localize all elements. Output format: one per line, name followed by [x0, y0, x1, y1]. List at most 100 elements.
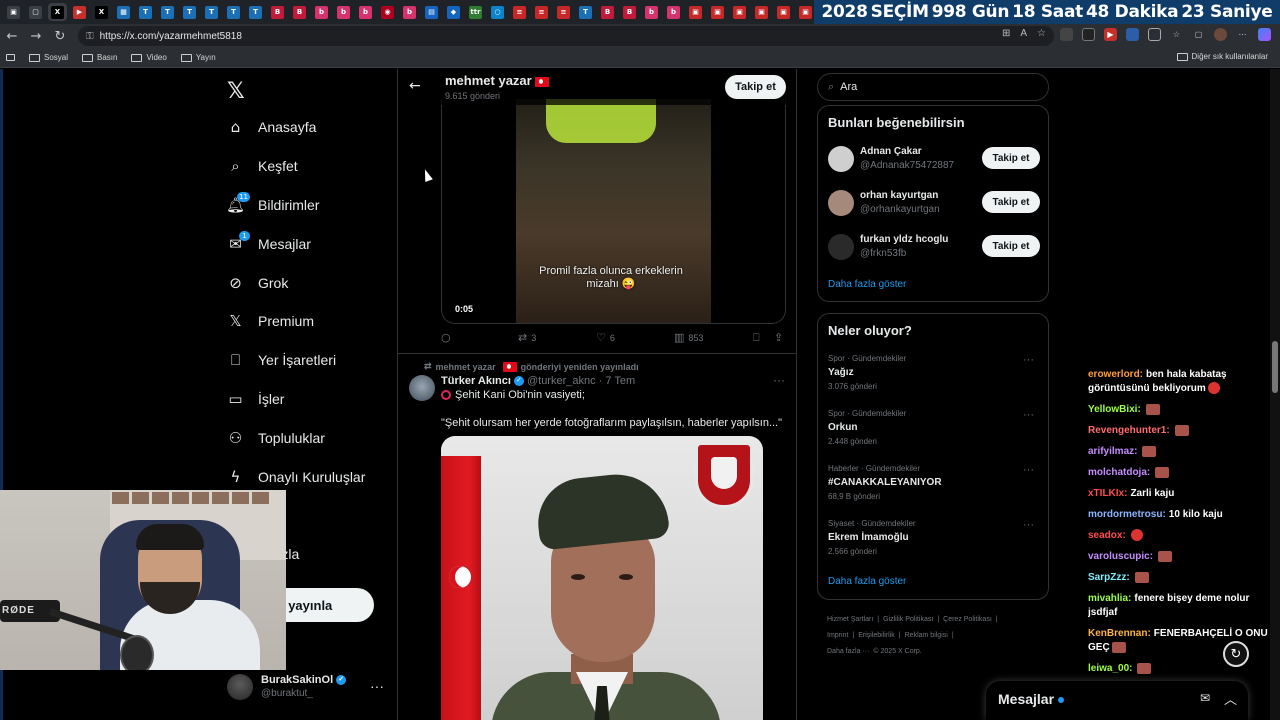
more-icon[interactable]: ··· — [370, 678, 384, 694]
browser-tab[interactable]: ≡ — [554, 3, 573, 21]
trend-more-icon[interactable]: ··· — [1023, 519, 1034, 531]
trend-more-icon[interactable]: ··· — [1023, 354, 1034, 366]
show-more-link[interactable]: Daha fazla göster — [828, 279, 906, 290]
back-arrow-icon[interactable]: ← — [409, 78, 421, 94]
youtube-extension-icon[interactable]: ▶ — [1104, 28, 1117, 41]
bookmark-folder[interactable]: Yayın — [180, 53, 216, 62]
extension-icon[interactable] — [1148, 28, 1161, 41]
tweet-more-icon[interactable]: ··· — [773, 373, 785, 387]
browser-tab[interactable]: T — [246, 3, 265, 21]
browser-tab[interactable]: ◉ — [378, 3, 397, 21]
profile-avatar-icon[interactable] — [1214, 28, 1227, 41]
search-input[interactable] — [840, 81, 1021, 93]
reply-button[interactable]: ○ — [441, 331, 451, 344]
browser-tab[interactable]: ≡ — [510, 3, 529, 21]
browser-tab[interactable]: ▣ — [4, 3, 23, 21]
footer-link[interactable]: Reklam bilgisi — [905, 632, 948, 639]
nav-item-bell[interactable]: 🔔︎ 11 Bildirimler — [226, 191, 319, 218]
trend-item[interactable]: Siyaset · Gündemdekiler Ekrem İmamoğlu 2.5… — [828, 519, 1040, 563]
bookmarks-button[interactable] — [6, 54, 15, 61]
back-button[interactable]: ← — [0, 29, 24, 44]
other-bookmarks[interactable]: Diğer sık kullanılanlar — [1176, 52, 1268, 61]
browser-tab[interactable]: T — [224, 3, 243, 21]
favorites-icon[interactable]: ☆ — [1170, 28, 1183, 41]
browser-tab[interactable]: B — [620, 3, 639, 21]
nav-item-bookmark[interactable]: ⎕ Yer İşaretleri — [227, 347, 336, 373]
browser-tab[interactable]: ttr — [466, 3, 485, 21]
browser-tab[interactable]: b — [334, 3, 353, 21]
browser-tab[interactable]: ▦ — [114, 3, 133, 21]
copilot-icon[interactable] — [1258, 28, 1271, 41]
browser-tab[interactable]: ▣ — [730, 3, 749, 21]
browser-tab[interactable]: ▣ — [686, 3, 705, 21]
x-logo-icon[interactable]: 𝕏 — [227, 79, 245, 104]
tweet-image[interactable] — [441, 436, 763, 720]
browser-tab[interactable]: ▢ — [26, 3, 45, 21]
browser-tab[interactable]: ▣ — [752, 3, 771, 21]
follow-button[interactable]: Takip et — [982, 147, 1040, 169]
browser-tab[interactable]: B — [268, 3, 287, 21]
browser-tab[interactable]: ▣ — [796, 3, 812, 21]
follow-button[interactable]: Takip et — [725, 75, 786, 99]
browser-tab[interactable]: ◆ — [444, 3, 463, 21]
avatar[interactable] — [409, 375, 435, 401]
footer-link[interactable]: Daha fazla ··· — [827, 648, 869, 655]
tweet-time[interactable]: · 7 Tem — [599, 375, 635, 387]
browser-tab[interactable]: b — [312, 3, 331, 21]
browser-tab[interactable]: T — [576, 3, 595, 21]
like-button[interactable]: ♡ 6 — [596, 331, 615, 344]
trend-item[interactable]: Spor · Gündemdekiler Yağız 3.076 gönderi ··… — [828, 354, 1040, 398]
nav-item-lightning[interactable]: ϟ Onaylı Kuruluşlar — [227, 464, 366, 490]
browser-tab[interactable]: ▣ — [708, 3, 727, 21]
bookmark-button[interactable]: ⎕ — [753, 331, 760, 345]
page-scrollbar[interactable] — [1270, 69, 1280, 720]
browser-tab[interactable]: ▣ — [774, 3, 793, 21]
tweet-video[interactable]: Promil fazla olunca erkeklerin mizahı 😜 … — [441, 99, 786, 324]
forward-button[interactable]: → — [24, 29, 48, 44]
nav-item-grok[interactable]: ⊘ Grok — [227, 270, 288, 296]
reload-button[interactable]: ↻ — [48, 29, 72, 44]
show-more-link[interactable]: Daha fazla göster — [828, 576, 906, 587]
nav-item-communities[interactable]: ⚇ Topluluklar — [227, 425, 325, 451]
browser-tab[interactable]: b — [664, 3, 683, 21]
footer-link[interactable]: Hizmet Şartları — [827, 616, 873, 623]
star-icon[interactable]: ☆ — [1037, 28, 1046, 39]
trend-more-icon[interactable]: ··· — [1023, 409, 1034, 421]
repost-user[interactable]: mehmet yazar — [436, 362, 496, 372]
collections-icon[interactable]: ▢ — [1192, 28, 1205, 41]
browser-tab[interactable]: X — [92, 3, 111, 21]
browser-tab[interactable]: ≡ — [532, 3, 551, 21]
browser-tab[interactable]: T — [158, 3, 177, 21]
share-button[interactable]: ⇪ — [774, 331, 783, 344]
footer-link[interactable]: Gizlilik Politikası — [883, 616, 933, 623]
messages-drawer[interactable]: Mesajlar ✉ ︿ — [986, 681, 1248, 720]
suggested-user[interactable]: furkan yldz hcoglu @frkn53fb Takip et — [828, 231, 1040, 263]
follow-button[interactable]: Takip et — [982, 235, 1040, 257]
nav-item-search[interactable]: ⌕ Keşfet — [227, 153, 297, 179]
bookmark-folder[interactable]: Basın — [82, 53, 117, 62]
browser-tab[interactable]: T — [202, 3, 221, 21]
follow-button[interactable]: Takip et — [982, 191, 1040, 213]
extension-icon[interactable] — [1126, 28, 1139, 41]
extension-icon[interactable] — [1082, 28, 1095, 41]
bookmark-folder[interactable]: Sosyal — [29, 53, 68, 62]
footer-link[interactable]: Çerez Politikası — [943, 616, 992, 623]
extension-icon[interactable] — [1060, 28, 1073, 41]
trend-item[interactable]: Spor · Gündemdekiler Orkun 2.448 gönderi ··… — [828, 409, 1040, 453]
retweet-button[interactable]: ⇄ 3 — [518, 331, 536, 344]
browser-tab[interactable]: B — [598, 3, 617, 21]
tweet-author-name[interactable]: Türker Akıncı — [441, 375, 511, 387]
refresh-icon[interactable]: ↻ — [1223, 641, 1249, 667]
more-icon[interactable]: ⋯ — [1236, 28, 1249, 41]
browser-tab[interactable]: X — [48, 3, 67, 21]
read-aloud-icon[interactable]: A — [1020, 28, 1027, 39]
browser-tab[interactable]: ▤ — [422, 3, 441, 21]
views-button[interactable]: ▥ 853 — [674, 331, 703, 344]
url-bar[interactable]: ⚿ https://x.com/yazarmehmet5818 ⊞ A ☆ — [78, 26, 1054, 46]
browser-tab[interactable]: b — [642, 3, 661, 21]
chevron-up-icon[interactable]: ︿ — [1224, 689, 1237, 708]
browser-tab[interactable]: ▶ — [70, 3, 89, 21]
bookmark-folder[interactable]: Video — [131, 53, 167, 62]
scrollbar-thumb[interactable] — [1272, 341, 1278, 393]
account-switcher[interactable]: BurakSakinOl ✓ @buraktut_ ··· — [227, 672, 387, 702]
